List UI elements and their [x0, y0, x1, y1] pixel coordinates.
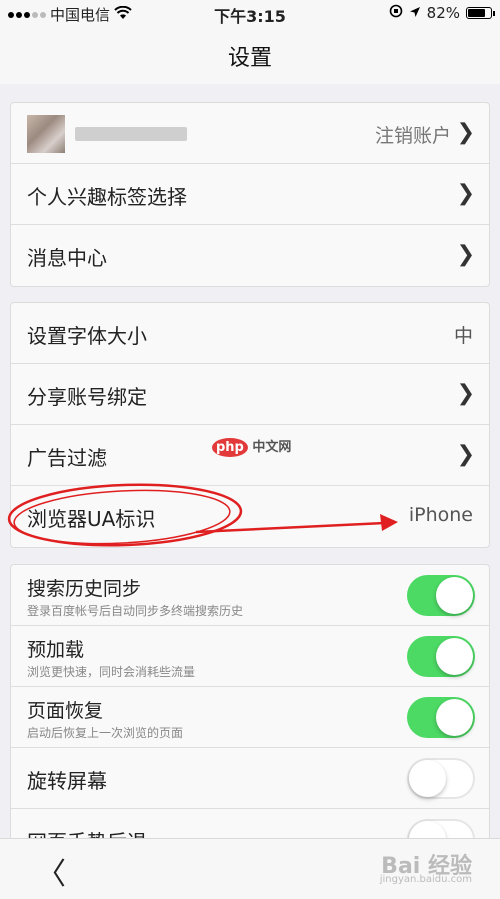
toggle-knob: [436, 577, 473, 614]
location-arrow-icon: [409, 4, 421, 22]
interest-tags-label: 个人兴趣标签选择: [27, 185, 187, 209]
preload-row: 预加载 浏览更快速，同时会消耗些流量: [11, 626, 489, 687]
toggle-knob: [436, 699, 473, 736]
share-account-label: 分享账号绑定: [27, 385, 147, 409]
chevron-right-icon: ❯: [456, 242, 475, 267]
preload-label: 预加载: [27, 639, 85, 661]
status-bar: 中国电信 下午3:15 82%: [0, 0, 500, 26]
font-size-value: 中: [453, 325, 473, 347]
battery-fill: [468, 9, 485, 17]
rotation-lock-icon: [389, 4, 403, 22]
back-arrow-icon[interactable]: 〈: [36, 849, 66, 893]
account-row[interactable]: 注销账户 ❯: [11, 103, 489, 164]
history-sync-toggle[interactable]: [407, 575, 475, 616]
font-size-label: 设置字体大小: [27, 324, 147, 348]
toggle-group: 搜索历史同步 登录百度帐号后自动同步多终端搜索历史 预加载 浏览更快速，同时会消…: [10, 564, 490, 844]
battery-icon: [466, 7, 495, 19]
page-restore-row: 页面恢复 启动后恢复上一次浏览的页面: [11, 687, 489, 748]
account-group: 注销账户 ❯ 个人兴趣标签选择 ❯ 消息中心 ❯: [10, 102, 490, 287]
logout-label: 注销账户: [374, 125, 451, 147]
nav-bar: 设置: [0, 26, 500, 84]
browser-ua-label: 浏览器UA标识: [27, 507, 156, 531]
message-center-row[interactable]: 消息中心 ❯: [11, 225, 489, 286]
history-sync-row: 搜索历史同步 登录百度帐号后自动同步多终端搜索历史: [11, 565, 489, 626]
rotate-screen-label: 旋转屏幕: [27, 769, 107, 793]
php-watermark: php 中文网: [212, 436, 292, 457]
battery-percent: 82%: [426, 4, 460, 22]
interest-tags-row[interactable]: 个人兴趣标签选择 ❯: [11, 164, 489, 225]
ad-filter-row[interactable]: 广告过滤 ❯: [11, 425, 489, 486]
preload-toggle[interactable]: [407, 636, 475, 677]
chevron-right-icon: ❯: [456, 181, 475, 206]
font-size-row[interactable]: 设置字体大小 中: [11, 303, 489, 364]
php-site-label: 中文网: [252, 440, 292, 455]
avatar: [27, 115, 65, 153]
status-right: 82%: [389, 4, 495, 22]
browser-ua-row[interactable]: 浏览器UA标识 iPhone: [11, 486, 489, 547]
php-badge: php: [212, 438, 248, 457]
chevron-right-icon: ❯: [456, 442, 475, 467]
history-sync-desc: 登录百度帐号后自动同步多终端搜索历史: [27, 604, 244, 618]
baidu-url-watermark: jingyan.baidu.com: [379, 874, 472, 885]
settings-group: 设置字体大小 中 分享账号绑定 ❯ 广告过滤 ❯ 浏览器UA标识 iPhone: [10, 302, 490, 548]
chevron-right-icon: ❯: [456, 120, 475, 145]
toggle-knob: [436, 638, 473, 675]
page-restore-desc: 启动后恢复上一次浏览的页面: [27, 726, 184, 740]
message-center-label: 消息中心: [27, 246, 107, 270]
rotate-screen-toggle[interactable]: [407, 758, 475, 799]
toggle-knob: [409, 760, 446, 797]
preload-desc: 浏览更快速，同时会消耗些流量: [27, 665, 196, 679]
browser-ua-value: iPhone: [408, 504, 473, 526]
rotate-screen-row: 旋转屏幕: [11, 748, 489, 809]
page-title: 设置: [227, 46, 272, 71]
ad-filter-label: 广告过滤: [27, 446, 107, 470]
share-account-row[interactable]: 分享账号绑定 ❯: [11, 364, 489, 425]
page-restore-toggle[interactable]: [407, 697, 475, 738]
username-blurred: [75, 127, 187, 141]
chevron-right-icon: ❯: [456, 381, 475, 406]
history-sync-label: 搜索历史同步: [27, 578, 142, 600]
page-restore-label: 页面恢复: [27, 700, 104, 722]
